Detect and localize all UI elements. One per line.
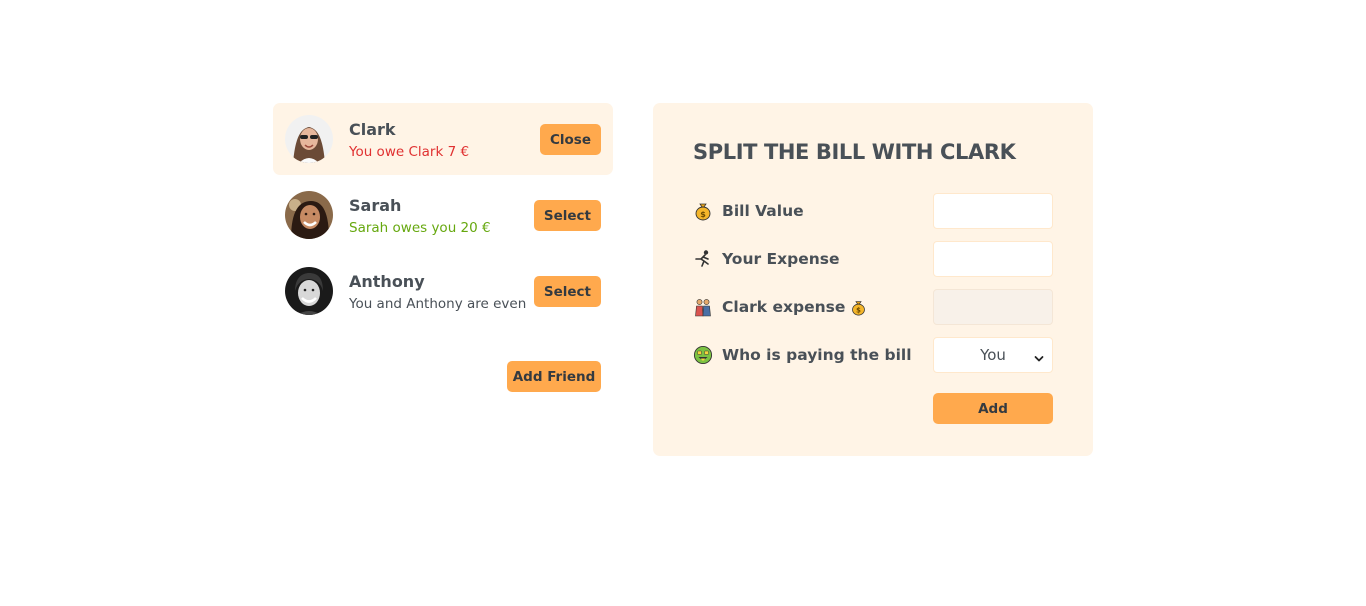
couple-icon [693, 297, 713, 317]
person-running-icon [693, 249, 713, 269]
add-button[interactable]: Add [933, 393, 1053, 424]
payer-selected-value: You [980, 346, 1006, 364]
money-bag-icon: $ [693, 201, 713, 221]
payer-row: Who is paying the bill You [693, 337, 1053, 373]
bill-value-row: $ Bill Value [693, 193, 1053, 229]
bill-value-text: Bill Value [722, 202, 804, 220]
friend-balance-status: You and Anthony are even [349, 296, 527, 312]
money-mouth-face-icon [693, 345, 713, 365]
friend-item-anthony[interactable]: Anthony You and Anthony are even Select [273, 255, 613, 327]
avatar-sarah [285, 191, 333, 239]
friend-expense-label: Clark expense $ [693, 289, 867, 325]
friend-balance-status: Sarah owes you 20 € [349, 220, 491, 236]
form-title: Split the bill with Clark [693, 140, 1016, 164]
close-button[interactable]: Close [539, 124, 601, 155]
money-bag-icon: $ [850, 299, 867, 316]
your-expense-input[interactable] [933, 241, 1053, 277]
friend-name: Anthony [349, 272, 425, 291]
friend-item-clark[interactable]: Clark You owe Clark 7 € Close [273, 103, 613, 175]
bill-value-label: $ Bill Value [693, 193, 804, 229]
eat-n-split-app: Clark You owe Clark 7 € Close Sarah Sara… [273, 103, 1093, 456]
your-expense-row: Your Expense [693, 241, 1053, 277]
svg-text:$: $ [700, 210, 706, 219]
friend-name: Sarah [349, 196, 402, 215]
friend-expense-text: Clark expense [722, 298, 846, 316]
chevron-down-icon [1034, 350, 1044, 362]
svg-text:$: $ [857, 306, 862, 314]
select-button[interactable]: Select [533, 276, 601, 307]
add-friend-button[interactable]: Add Friend [507, 361, 601, 392]
friend-expense-input [933, 289, 1053, 325]
avatar-anthony [285, 267, 333, 315]
payer-text: Who is paying the bill [722, 346, 912, 364]
split-bill-form: Split the bill with Clark $ Bill Value Y… [653, 103, 1093, 456]
payer-label: Who is paying the bill [693, 337, 912, 373]
your-expense-text: Your Expense [722, 250, 840, 268]
your-expense-label: Your Expense [693, 241, 840, 277]
friends-sidebar: Clark You owe Clark 7 € Close Sarah Sara… [273, 103, 613, 392]
select-button[interactable]: Select [533, 200, 601, 231]
friend-name: Clark [349, 120, 396, 139]
friend-balance-status: You owe Clark 7 € [349, 144, 470, 160]
bill-value-input[interactable] [933, 193, 1053, 229]
payer-select[interactable]: You [933, 337, 1053, 373]
friend-expense-row: Clark expense $ [693, 289, 1053, 325]
avatar-clark [285, 115, 333, 163]
friend-item-sarah[interactable]: Sarah Sarah owes you 20 € Select [273, 179, 613, 251]
